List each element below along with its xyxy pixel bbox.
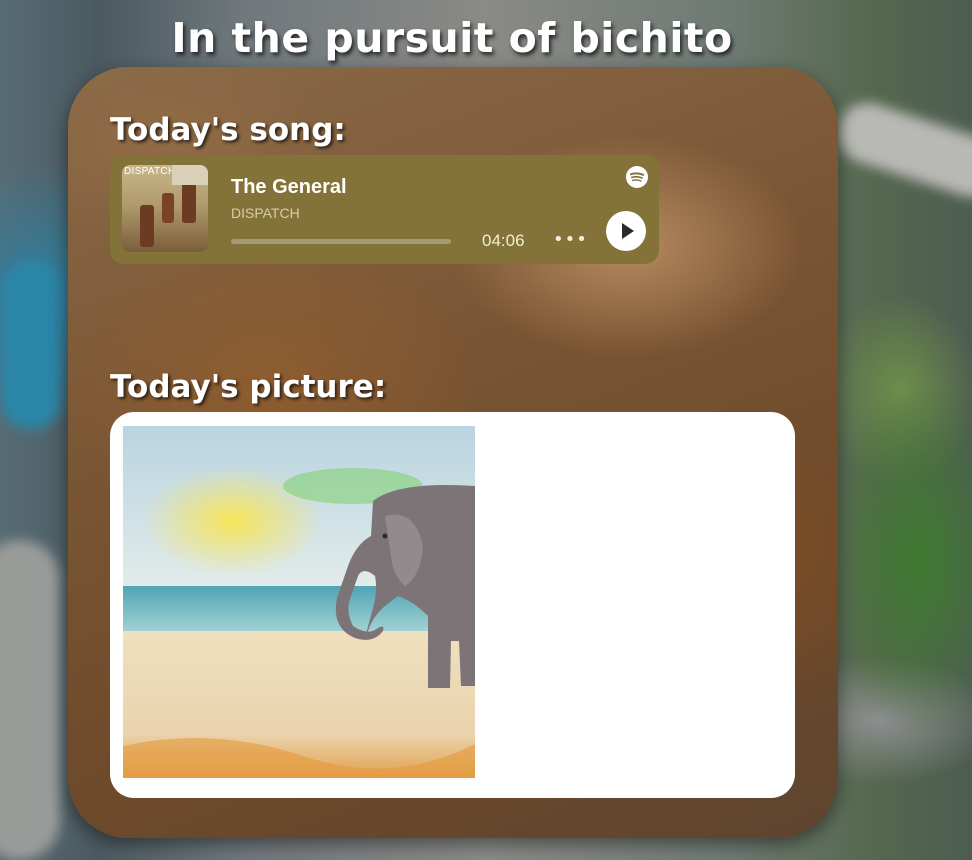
- spotify-embed-player[interactable]: DISPATCH The General DISPATCH 04:06 •••: [110, 155, 659, 264]
- play-button[interactable]: [606, 211, 646, 251]
- page-title: In the pursuit of bichito: [171, 14, 733, 62]
- progress-bar[interactable]: [231, 239, 451, 244]
- track-title[interactable]: The General: [231, 176, 347, 199]
- more-options-icon[interactable]: •••: [553, 229, 587, 251]
- background-building: [0, 260, 62, 430]
- picture-section-label: Today's picture:: [110, 369, 387, 405]
- track-duration: 04:06: [482, 231, 525, 250]
- spotify-logo-icon[interactable]: [626, 166, 648, 188]
- album-cover-figure: [182, 183, 196, 223]
- main-panel: Today's song: DISPATCH The General DISPA…: [68, 67, 838, 838]
- daily-picture: [123, 426, 475, 778]
- album-cover-figure: [162, 193, 174, 223]
- background-road: [829, 95, 972, 205]
- song-section-label: Today's song:: [110, 112, 346, 148]
- album-cover-text: DISPATCH: [124, 166, 176, 177]
- play-icon: [622, 223, 634, 239]
- track-artist[interactable]: DISPATCH: [231, 205, 300, 221]
- album-cover[interactable]: DISPATCH: [122, 165, 208, 252]
- album-cover-figure: [140, 205, 154, 247]
- background-road: [0, 540, 60, 860]
- picture-card: [110, 412, 795, 798]
- album-cover-sky: [172, 165, 208, 185]
